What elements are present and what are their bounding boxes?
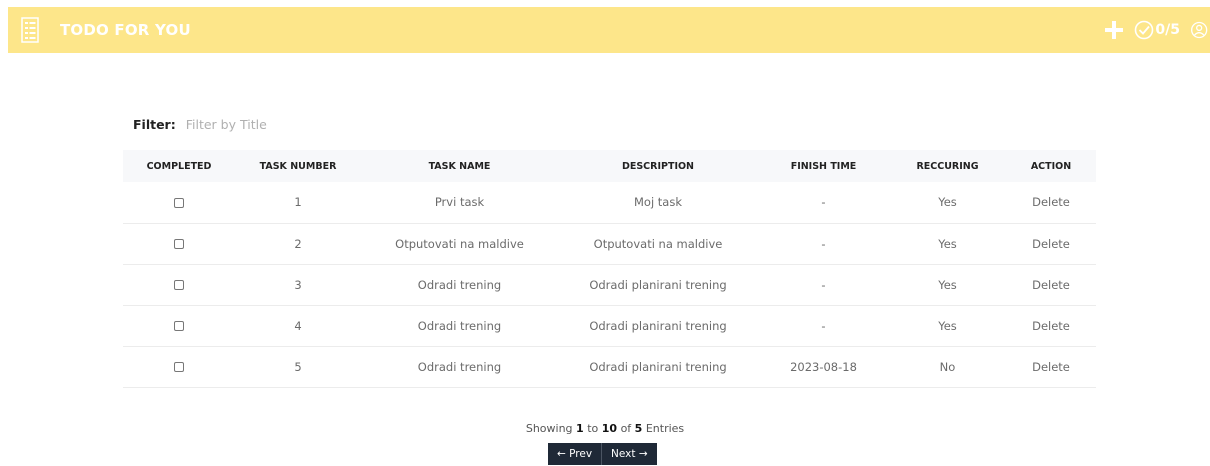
recurring-value: Yes [938, 195, 957, 210]
pagination-controls: ← Prev Next → [548, 443, 657, 465]
top-navbar: TODO FOR YOU 0/5 [8, 7, 1210, 53]
showing-of-word: of [620, 422, 632, 435]
showing-prefix: Showing [525, 422, 573, 435]
list-icon [20, 16, 40, 44]
delete-button[interactable]: Delete [1006, 346, 1096, 387]
filter-label: Filter: [133, 117, 176, 132]
next-page-button[interactable]: Next → [602, 443, 657, 465]
recurring-value: Yes [938, 318, 957, 333]
column-header-task-name: TASK NAME [428, 160, 491, 172]
filter-input[interactable] [185, 117, 386, 132]
task-name: Odradi trening [417, 318, 502, 333]
task-description: Otputovati na maldive [593, 236, 723, 251]
user-circle-icon [1191, 21, 1208, 39]
table-row: 4 Odradi trening Odradi planirani trenin… [123, 305, 1096, 346]
app-title: TODO FOR YOU [60, 21, 191, 39]
pagination-summary: Showing 1 to 10 of 5 Entries [0, 422, 1210, 435]
completed-counter: 0/5 [1155, 22, 1180, 38]
completed-checkbox[interactable] [174, 197, 184, 208]
task-name: Otputovati na maldive [395, 236, 524, 251]
completed-checkbox[interactable] [174, 321, 184, 331]
tasks-table: COMPLETED TASK NUMBER TASK NAME DESCRIPT… [123, 150, 1096, 388]
task-description: Odradi planirani trening [589, 359, 727, 374]
recurring-value: Yes [938, 236, 957, 251]
finish-time: - [821, 318, 826, 333]
plus-icon [1105, 21, 1124, 39]
task-number: 4 [294, 318, 302, 333]
completed-checkbox[interactable] [174, 362, 184, 372]
completed-checkbox[interactable] [174, 239, 184, 249]
finish-time: - [821, 236, 826, 251]
task-name: Prvi task [434, 195, 485, 210]
finish-time: - [821, 277, 826, 292]
showing-to-word: to [587, 422, 599, 435]
add-task-button[interactable] [1102, 18, 1126, 42]
table-row: 2 Otputovati na maldive Otputovati na ma… [123, 223, 1096, 264]
check-circle-icon [1135, 20, 1154, 40]
showing-to: 10 [601, 422, 618, 435]
recurring-value: Yes [938, 277, 957, 292]
finish-time: - [821, 195, 826, 210]
task-name: Odradi trening [417, 359, 502, 374]
table-row: 5 Odradi trening Odradi planirani trenin… [123, 346, 1096, 387]
prev-page-button[interactable]: ← Prev [548, 443, 602, 465]
filter-bar: Filter: [133, 117, 386, 132]
task-description: Moj task [633, 195, 683, 210]
table-header-row: COMPLETED TASK NUMBER TASK NAME DESCRIPT… [123, 150, 1096, 182]
column-header-completed: COMPLETED [146, 160, 212, 172]
column-header-action: ACTION [1030, 160, 1072, 172]
column-header-description: DESCRIPTION [621, 160, 695, 172]
delete-button[interactable]: Delete [1006, 305, 1096, 346]
column-header-finish-time: FINISH TIME [790, 160, 857, 172]
completed-counter-button[interactable]: 0/5 [1134, 20, 1180, 40]
completed-checkbox[interactable] [174, 280, 184, 290]
finish-time: 2023-08-18 [790, 359, 857, 374]
delete-button[interactable]: Delete [1006, 223, 1096, 264]
table-row: 3 Odradi trening Odradi planirani trenin… [123, 264, 1096, 305]
task-number: 5 [294, 359, 302, 374]
user-profile-button[interactable] [1190, 18, 1210, 42]
table-row: 1 Prvi task Moj task - Yes Delete [123, 182, 1096, 223]
column-header-task-number: TASK NUMBER [259, 160, 337, 172]
delete-button[interactable]: Delete [1006, 264, 1096, 305]
task-number: 3 [294, 277, 302, 292]
showing-suffix: Entries [645, 422, 685, 435]
showing-total: 5 [634, 422, 643, 435]
header-actions: 0/5 [1102, 7, 1210, 53]
recurring-value: No [939, 359, 956, 374]
task-number: 2 [294, 236, 302, 251]
task-description: Odradi planirani trening [589, 318, 727, 333]
delete-button[interactable]: Delete [1006, 182, 1096, 223]
task-description: Odradi planirani trening [589, 277, 727, 292]
task-number: 1 [294, 195, 302, 210]
task-name: Odradi trening [417, 277, 502, 292]
showing-from: 1 [576, 422, 584, 435]
column-header-recurring: RECCURING [916, 160, 979, 172]
